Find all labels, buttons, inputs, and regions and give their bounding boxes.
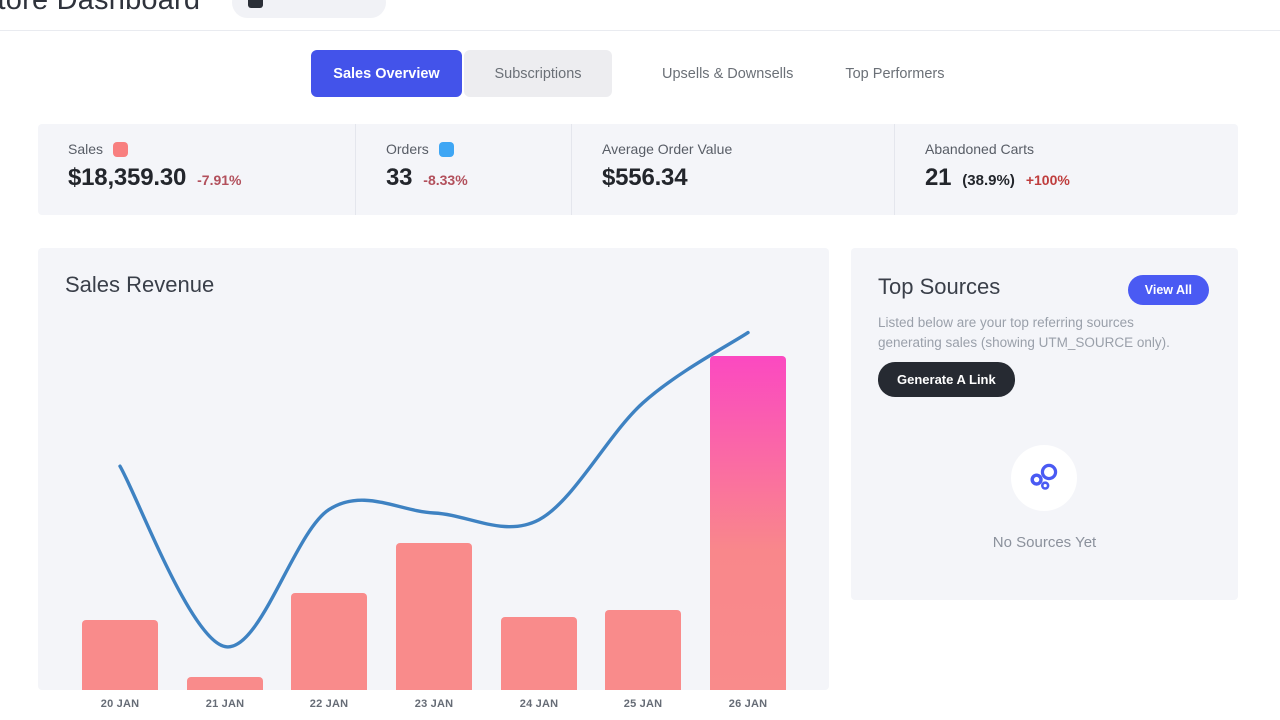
sales-swatch-icon — [113, 142, 128, 157]
tab-subscriptions[interactable]: Subscriptions — [464, 50, 612, 97]
x-axis-label: 24 JAN — [501, 698, 577, 710]
x-axis-label: 21 JAN — [187, 698, 263, 710]
sales-revenue-card: Sales Revenue — [38, 248, 829, 690]
revenue-bar — [187, 677, 263, 690]
revenue-bar — [291, 593, 367, 690]
sales-revenue-title: Sales Revenue — [65, 272, 214, 298]
stat-card-abandoned-carts: Abandoned Carts 21 (38.9%) +100% — [894, 124, 1238, 215]
stat-delta: -8.33% — [423, 172, 467, 188]
top-sources-card: Top Sources View All Listed below are yo… — [851, 248, 1238, 600]
stat-card-orders: Orders 33 -8.33% — [355, 124, 571, 215]
empty-state-circle — [1011, 445, 1077, 511]
revenue-bar — [82, 620, 158, 690]
store-icon — [248, 0, 263, 8]
x-axis-label: 22 JAN — [291, 698, 367, 710]
no-sources-text: No Sources Yet — [851, 534, 1238, 551]
top-sources-description: Listed below are your top referring sour… — [878, 313, 1190, 352]
stat-delta: -7.91% — [197, 172, 241, 188]
stat-label: Sales — [68, 141, 103, 157]
bubbles-icon — [1028, 462, 1060, 494]
stat-card-sales: Sales $18,359.30 -7.91% — [38, 124, 355, 215]
revenue-bar — [605, 610, 681, 690]
stat-card-average-order-value: Average Order Value $556.34 — [571, 124, 894, 215]
tab-sales-overview[interactable]: Sales Overview — [311, 50, 462, 97]
store-selector-pill[interactable] — [232, 0, 386, 18]
page-title: Store Dashboard — [0, 0, 200, 17]
stat-value: 21 — [925, 164, 951, 192]
revenue-bar — [710, 356, 786, 690]
stat-label: Average Order Value — [602, 141, 732, 157]
store-dashboard-page: Store Dashboard Sales Overview Subscript… — [0, 0, 1280, 720]
x-axis-label: 20 JAN — [82, 698, 158, 710]
stat-value: $556.34 — [602, 164, 687, 192]
view-all-button[interactable]: View All — [1128, 275, 1209, 305]
stat-label: Orders — [386, 141, 429, 157]
x-axis-label: 23 JAN — [396, 698, 472, 710]
stat-value: $18,359.30 — [68, 164, 186, 192]
stat-delta: +100% — [1026, 172, 1070, 188]
tab-top-performers[interactable]: Top Performers — [819, 50, 970, 97]
stats-bar: Sales $18,359.30 -7.91% Orders 33 -8.33%… — [38, 124, 1238, 215]
generate-link-button[interactable]: Generate A Link — [878, 362, 1015, 397]
top-sources-title: Top Sources — [878, 274, 1000, 300]
stat-value: 33 — [386, 164, 412, 192]
x-axis-label: 25 JAN — [605, 698, 681, 710]
header-divider — [0, 30, 1280, 31]
revenue-bar — [501, 617, 577, 690]
orders-swatch-icon — [439, 142, 454, 157]
chart-x-axis-labels: 20 JAN 21 JAN 22 JAN 23 JAN 24 JAN 25 JAN 26 J… — [38, 698, 829, 714]
tab-upsells-downsells[interactable]: Upsells & Downsells — [636, 50, 819, 97]
stat-label: Abandoned Carts — [925, 141, 1034, 157]
revenue-bar — [396, 543, 472, 690]
stat-extra: (38.9%) — [962, 172, 1015, 189]
x-axis-label: 26 JAN — [710, 698, 786, 710]
dashboard-tabs: Sales Overview Subscriptions Upsells & D… — [311, 50, 970, 97]
